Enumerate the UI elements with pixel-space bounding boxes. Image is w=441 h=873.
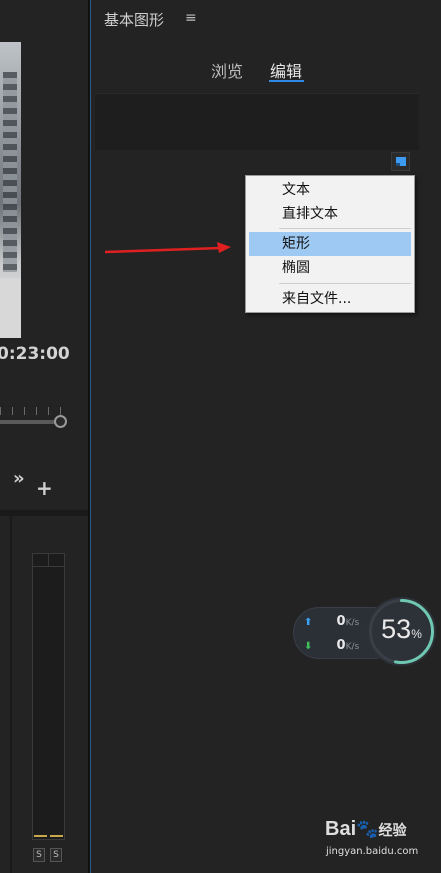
download-speed: ⬇ 0K/s — [304, 638, 359, 653]
menu-item-ellipse[interactable]: 椭圆 — [249, 256, 411, 280]
menu-item-vertical-text[interactable]: 直排文本 — [249, 202, 411, 226]
upload-unit: K/s — [345, 618, 360, 628]
download-arrow-icon: ⬇ — [304, 641, 313, 652]
upload-speed: ⬆ 0K/s — [304, 614, 359, 629]
program-monitor-panel: 0:23:00 » + S S — [0, 0, 88, 873]
panel-divider — [0, 510, 88, 516]
panel-menu-icon[interactable]: ≡ — [185, 10, 197, 26]
download-value: 0 — [336, 638, 346, 653]
menu-separator — [279, 228, 411, 229]
more-controls-button[interactable]: » — [13, 468, 25, 489]
menu-item-rectangle[interactable]: 矩形 — [249, 232, 411, 256]
mixer-divider — [10, 516, 12, 873]
layers-area[interactable] — [95, 93, 419, 150]
playhead-timecode[interactable]: 0:23:00 — [0, 344, 70, 364]
baidu-watermark: Bai🐾经验 jingyan.baidu.com — [325, 818, 425, 864]
memory-usage-dial[interactable]: 53% — [367, 597, 436, 666]
tab-edit[interactable]: 编辑 — [270, 58, 302, 82]
time-ruler — [0, 407, 62, 415]
new-layer-menu: 文本 直排文本 矩形 椭圆 来自文件... — [245, 175, 415, 313]
scrubber-track[interactable] — [0, 420, 62, 424]
new-layer-button[interactable] — [391, 152, 410, 171]
menu-separator — [279, 283, 411, 284]
video-preview — [0, 42, 21, 338]
essential-graphics-panel: 基本图形 ≡ 浏览 编辑 — [91, 0, 441, 873]
active-tab-indicator — [269, 80, 304, 82]
watermark-url: jingyan.baidu.com — [326, 846, 419, 857]
add-button[interactable]: + — [36, 476, 53, 500]
menu-item-text[interactable]: 文本 — [249, 178, 411, 202]
menu-item-from-file[interactable]: 来自文件... — [249, 287, 411, 311]
solo-right-button[interactable]: S — [50, 848, 62, 862]
tab-browse[interactable]: 浏览 — [211, 58, 243, 82]
panel-title[interactable]: 基本图形 — [104, 9, 164, 30]
scrubber-handle[interactable] — [54, 415, 67, 428]
annotation-arrow — [104, 242, 231, 254]
upload-arrow-icon: ⬆ — [304, 617, 313, 628]
download-unit: K/s — [345, 642, 360, 652]
upload-value: 0 — [336, 614, 346, 629]
solo-left-button[interactable]: S — [33, 848, 45, 862]
audio-meter — [32, 553, 65, 840]
baidu-logo: Bai🐾经验 — [325, 818, 407, 840]
usage-percent: 53% — [381, 614, 422, 644]
